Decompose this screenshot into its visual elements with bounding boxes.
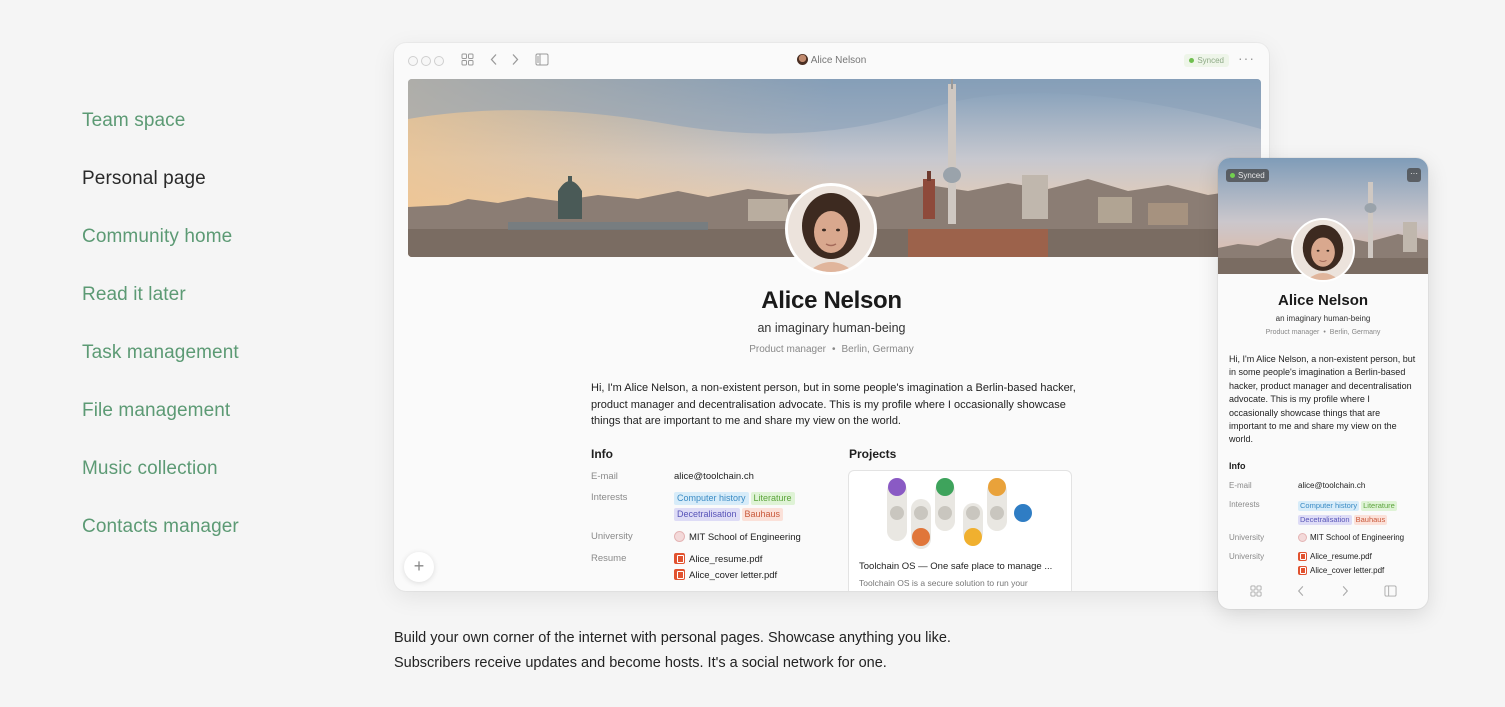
use-case-nav: Team space Personal page Community home … — [82, 110, 239, 574]
mobile-cover-letter-file-name: Alice_cover letter.pdf — [1310, 566, 1385, 575]
tag-bauhaus[interactable]: Bauhaus — [741, 508, 784, 521]
tag-computer-history[interactable]: Computer history — [674, 492, 749, 505]
pdf-icon — [1298, 566, 1307, 575]
resume-file-name: Alice_resume.pdf — [689, 554, 763, 565]
meta-separator: • — [831, 344, 836, 355]
pdf-icon — [674, 553, 685, 564]
window-title-text: Alice Nelson — [810, 55, 867, 66]
pdf-icon — [674, 569, 685, 580]
nav-item-read-it-later[interactable]: Read it later — [82, 284, 239, 342]
nav-item-file-management[interactable]: File management — [82, 400, 239, 458]
tag-literature[interactable]: Literature — [750, 492, 795, 505]
mobile-profile-bio: Hi, I'm Alice Nelson, a non-existent per… — [1229, 354, 1416, 445]
mobile-university-label: University — [1229, 533, 1265, 542]
mobile-interests-tags: Computer history Literature Decetralisati… — [1298, 499, 1423, 527]
project-card-illustration — [887, 478, 1032, 549]
mobile-tag-computer-history[interactable]: Computer history — [1298, 501, 1360, 511]
mobile-profile-avatar — [1291, 218, 1355, 282]
mobile-profile-name: Alice Nelson — [1277, 292, 1369, 309]
profile-avatar — [785, 183, 877, 275]
project-title: Toolchain OS — One safe place to manage … — [859, 561, 1053, 572]
mobile-university-text: MIT School of Engineering — [1310, 533, 1405, 542]
profile-name: Alice Nelson — [761, 287, 902, 314]
mobile-email-value[interactable]: alice@toolchain.ch — [1298, 481, 1365, 490]
more-horizontal-icon[interactable]: ··· — [1238, 50, 1255, 66]
sidebar-toggle-icon[interactable] — [1384, 585, 1397, 600]
nav-item-task-management[interactable]: Task management — [82, 342, 239, 400]
grid-icon[interactable] — [1250, 585, 1262, 600]
university-text: MIT School of Engineering — [689, 532, 801, 543]
profile-role: Product manager — [749, 344, 826, 355]
mobile-more-icon[interactable]: ··· — [1407, 168, 1421, 182]
mobile-resume-file-name: Alice_resume.pdf — [1310, 552, 1372, 561]
university-icon — [1298, 533, 1307, 542]
mobile-cover-letter-file[interactable]: Alice_cover letter.pdf — [1298, 566, 1384, 575]
interests-tags: Computer history Literature Decetralisati… — [674, 491, 834, 523]
title-avatar — [796, 54, 808, 65]
forward-chevron-icon[interactable] — [1340, 585, 1350, 600]
pdf-icon — [1298, 552, 1307, 561]
mobile-tag-decentralisation[interactable]: Decetralisation — [1298, 515, 1352, 525]
info-heading: Info — [591, 447, 613, 461]
university-icon — [674, 531, 685, 542]
cover-letter-file-name: Alice_cover letter.pdf — [689, 570, 778, 581]
university-value[interactable]: MIT School of Engineering — [674, 531, 801, 543]
mobile-profile-location: Berlin, Germany — [1329, 329, 1381, 336]
profile-location: Berlin, Germany — [841, 344, 914, 355]
profile-tagline: an imaginary human-being — [757, 321, 906, 335]
mobile-resume-label: University — [1229, 552, 1265, 561]
mobile-profile-meta: Product manager • Berlin, Germany — [1218, 329, 1428, 336]
resume-file[interactable]: Alice_resume.pdf — [674, 553, 762, 565]
mobile-university-value[interactable]: MIT School of Engineering — [1298, 533, 1404, 542]
tag-decentralisation[interactable]: Decetralisation — [674, 508, 740, 521]
project-description: Toolchain OS is a secure solution to run… — [859, 578, 1028, 588]
interests-label: Interests — [591, 492, 628, 503]
window-titlebar: Alice Nelson Synced ··· — [394, 43, 1269, 78]
caption-line-2: Subscribers receive updates and become h… — [394, 654, 887, 671]
nav-item-personal-page[interactable]: Personal page — [82, 168, 239, 226]
window-title: Alice Nelson — [394, 54, 1269, 66]
mobile-tag-bauhaus[interactable]: Bauhaus — [1353, 515, 1388, 525]
desktop-window: Alice Nelson Synced ··· Alice Nelson an … — [394, 43, 1269, 591]
email-label: E-mail — [591, 471, 618, 482]
mobile-profile-role: Product manager — [1265, 329, 1320, 336]
resume-label: Resume — [591, 553, 627, 564]
feature-caption: Build your own corner of the internet wi… — [394, 626, 951, 675]
mobile-profile-tagline: an imaginary human-being — [1275, 314, 1371, 323]
profile-meta: Product manager • Berlin, Germany — [394, 344, 1269, 355]
caption-line-1: Build your own corner of the internet wi… — [394, 630, 951, 646]
mobile-window: Synced ··· Alice Nelson an imaginary hum… — [1218, 158, 1428, 609]
nav-item-music-collection[interactable]: Music collection — [82, 458, 239, 516]
nav-item-contacts-manager[interactable]: Contacts manager — [82, 516, 239, 574]
nav-item-team-space[interactable]: Team space — [82, 110, 239, 168]
mobile-synced-badge: Synced — [1226, 169, 1269, 182]
project-card[interactable]: Toolchain OS — One safe place to manage … — [848, 470, 1072, 591]
mobile-tag-literature[interactable]: Literature — [1361, 501, 1397, 511]
mobile-interests-label: Interests — [1229, 500, 1260, 509]
nav-item-community-home[interactable]: Community home — [82, 226, 239, 284]
university-label: University — [591, 531, 633, 542]
back-chevron-icon[interactable] — [1296, 585, 1306, 600]
email-value[interactable]: alice@toolchain.ch — [674, 471, 754, 482]
mobile-resume-file[interactable]: Alice_resume.pdf — [1298, 552, 1372, 561]
cover-letter-file[interactable]: Alice_cover letter.pdf — [674, 569, 777, 581]
mobile-email-label: E-mail — [1229, 481, 1252, 490]
mobile-info-heading: Info — [1229, 461, 1246, 471]
profile-bio: Hi, I'm Alice Nelson, a non-existent per… — [591, 382, 1076, 427]
mobile-toolbar — [1218, 583, 1428, 603]
add-block-button[interactable]: + — [404, 552, 434, 582]
projects-heading: Projects — [849, 447, 897, 461]
mobile-meta-separator: • — [1323, 329, 1326, 336]
synced-badge: Synced — [1184, 54, 1229, 67]
